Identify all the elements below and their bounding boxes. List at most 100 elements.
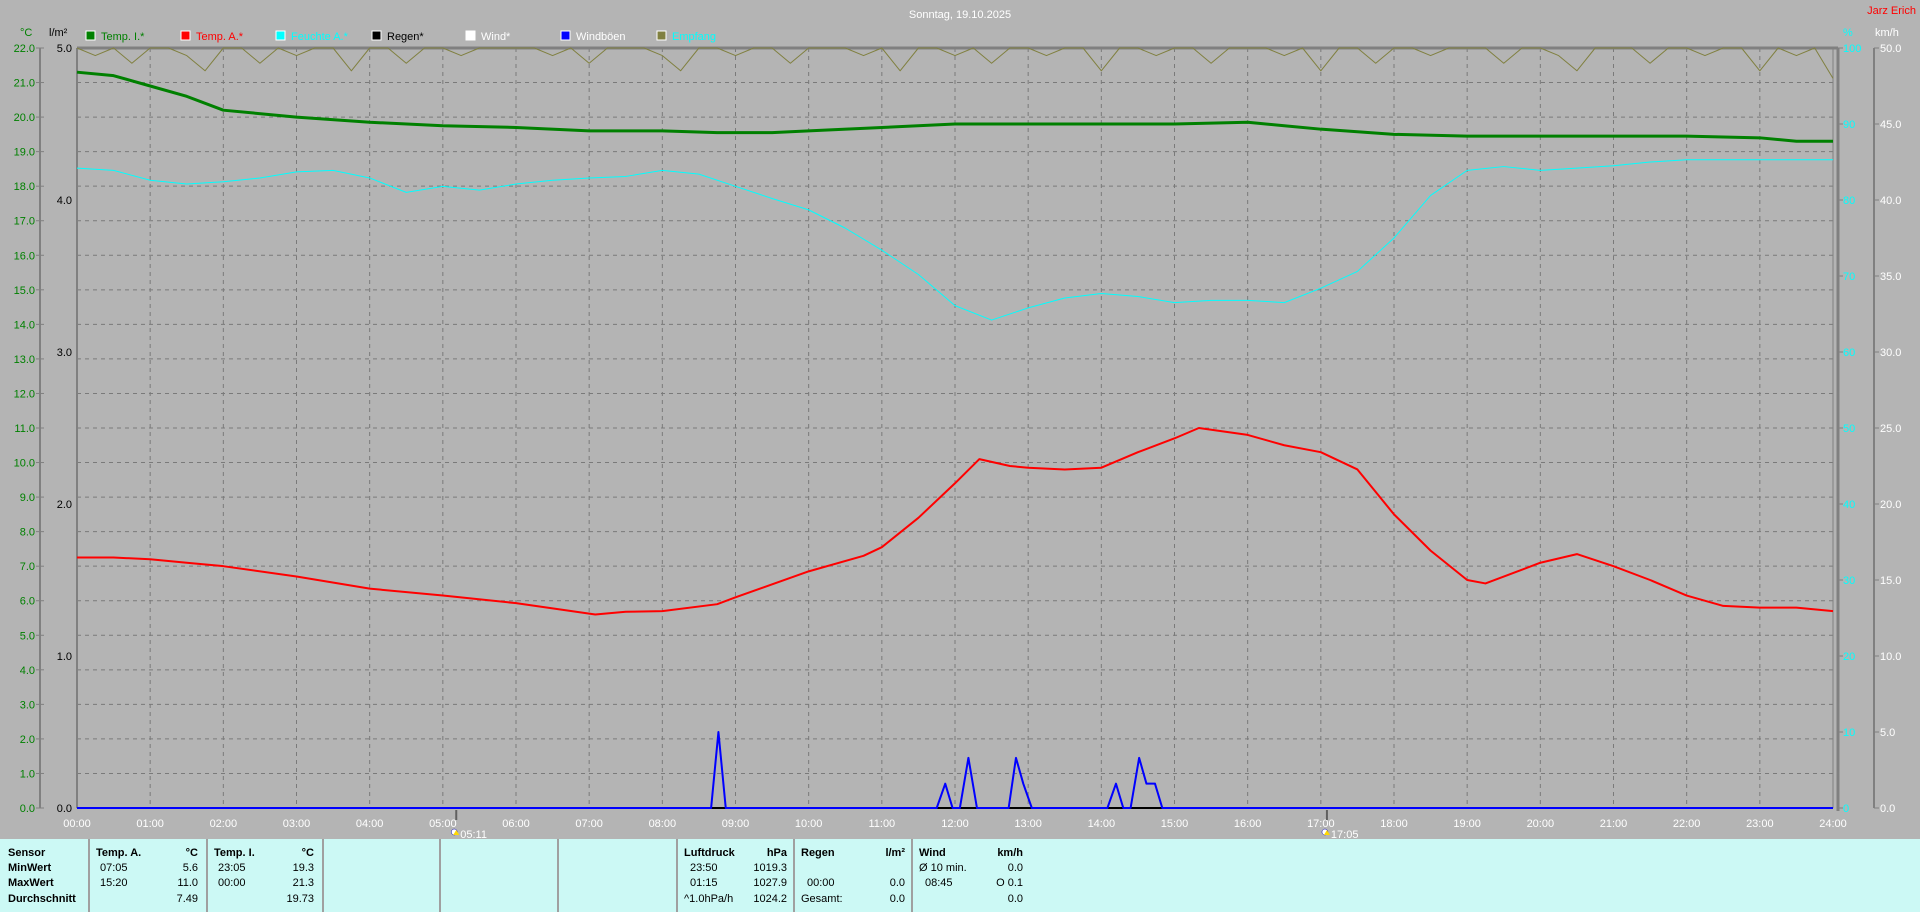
humidity-tick-label: 20 bbox=[1843, 651, 1855, 663]
legend-swatch bbox=[465, 30, 476, 41]
temp-i-column: Temp. I. °C 23:05 19.3 00:00 21.3 19.73 bbox=[208, 839, 324, 912]
owner-label: Jarz Erich bbox=[1867, 5, 1916, 17]
pressure-max-time: 01:15 bbox=[690, 877, 718, 889]
x-tick-label: 16:00 bbox=[1234, 818, 1262, 830]
wind-tick-label: 45.0 bbox=[1880, 119, 1901, 131]
temp-tick-label: 11.0 bbox=[14, 423, 35, 435]
wind-max: O 0.1 bbox=[996, 877, 1023, 889]
row-labels-column: Sensor MinWert MaxWert Durchschnitt bbox=[0, 839, 90, 912]
chart-title: Sonntag, 19.10.2025 bbox=[909, 9, 1011, 21]
wind-unit: km/h bbox=[997, 847, 1023, 859]
wind-tick-label: 35.0 bbox=[1880, 271, 1901, 283]
legend-swatch bbox=[275, 30, 286, 41]
sunrise-label: 05:11 bbox=[460, 829, 487, 839]
humidity-tick-label: 100 bbox=[1843, 43, 1861, 55]
wind-tick-label: 40.0 bbox=[1880, 195, 1901, 207]
legend-item[interactable]: Feuchte A.* bbox=[291, 31, 349, 43]
x-tick-label: 19:00 bbox=[1453, 818, 1481, 830]
wind-tick-label: 20.0 bbox=[1880, 499, 1901, 511]
weather-chart: Sonntag, 19.10.2025 Jarz Erich °C l/m²% km/h… bbox=[14, 5, 1916, 839]
wind-tick-label: 50.0 bbox=[1880, 43, 1901, 55]
humidity-tick-label: 70 bbox=[1843, 271, 1855, 283]
wind-tick-label: 15.0 bbox=[1880, 575, 1901, 587]
rain-header: Regen bbox=[801, 847, 835, 859]
x-tick-label: 04:00 bbox=[356, 818, 384, 830]
temp-i-min: 19.3 bbox=[292, 862, 314, 874]
humidity-tick-label: 0 bbox=[1843, 803, 1849, 815]
row-label: MaxWert bbox=[8, 877, 54, 889]
rain-tick-label: 3.0 bbox=[57, 347, 72, 359]
pressure-column: Luftdruck hPa 23:50 1019.3 01:15 1027.9 … bbox=[678, 839, 795, 912]
temp-tick-label: 1.0 bbox=[20, 768, 35, 780]
temp-tick-label: 6.0 bbox=[20, 596, 35, 608]
wind-tick-label: 30.0 bbox=[1880, 347, 1901, 359]
rain-tick-label: 1.0 bbox=[57, 651, 72, 663]
wind-tick-label: 10.0 bbox=[1880, 651, 1901, 663]
humidity-tick-label: 90 bbox=[1843, 119, 1855, 131]
x-tick-label: 24:00 bbox=[1819, 818, 1847, 830]
temp-tick-label: 5.0 bbox=[20, 630, 35, 642]
rain-column: Regen l/m² 00:00 0.0 Gesamt: 0.0 bbox=[795, 839, 913, 912]
temp-a-column: Temp. A. °C 07:05 5.6 15:20 11.0 7.49 bbox=[90, 839, 208, 912]
row-label: MinWert bbox=[8, 862, 52, 874]
legend-item[interactable]: Temp. I.* bbox=[101, 31, 145, 43]
temp-tick-label: 12.0 bbox=[14, 388, 35, 400]
x-tick-label: 22:00 bbox=[1673, 818, 1701, 830]
temp-tick-label: 16.0 bbox=[14, 250, 35, 262]
x-tick-label: 12:00 bbox=[941, 818, 969, 830]
x-tick-label: 05:00 bbox=[429, 818, 457, 830]
temp-tick-label: 2.0 bbox=[20, 734, 35, 746]
pressure-trend: ^1.0hPa/h bbox=[684, 893, 734, 905]
wind-header: Wind bbox=[919, 847, 946, 859]
rain-tick-label: 2.0 bbox=[57, 499, 72, 511]
temp-tick-label: 18.0 bbox=[14, 181, 35, 193]
temp-tick-label: 15.0 bbox=[14, 285, 35, 297]
x-tick-label: 21:00 bbox=[1600, 818, 1628, 830]
temp-i-max-time: 00:00 bbox=[218, 877, 246, 889]
temp-tick-label: 0.0 bbox=[20, 803, 35, 815]
pressure-min-time: 23:50 bbox=[690, 862, 718, 874]
rain-unit: l/m² bbox=[885, 847, 905, 859]
legend-item[interactable]: Windböen bbox=[576, 31, 626, 43]
legend-item[interactable]: Empfang bbox=[672, 31, 716, 43]
wind-axis-unit: km/h bbox=[1875, 27, 1899, 39]
x-tick-label: 09:00 bbox=[722, 818, 750, 830]
x-tick-label: 08:00 bbox=[649, 818, 677, 830]
temp-i-header: Temp. I. bbox=[214, 847, 255, 859]
temp-a-avg: 7.49 bbox=[176, 893, 198, 905]
x-tick-label: 06:00 bbox=[502, 818, 530, 830]
temp-a-min: 5.6 bbox=[182, 862, 198, 874]
pressure-current: 1024.2 bbox=[753, 893, 787, 905]
humidity-tick-label: 60 bbox=[1843, 347, 1855, 359]
legend-item[interactable]: Temp. A.* bbox=[196, 31, 244, 43]
rain-max: 0.0 bbox=[889, 877, 905, 889]
wind-avg: 0.0 bbox=[1007, 862, 1023, 874]
empty-column bbox=[324, 839, 441, 912]
temp-tick-label: 13.0 bbox=[14, 354, 35, 366]
temp-tick-label: 7.0 bbox=[20, 561, 35, 573]
temp-tick-label: 19.0 bbox=[14, 147, 35, 159]
humidity-tick-label: 50 bbox=[1843, 423, 1855, 435]
x-tick-label: 20:00 bbox=[1527, 818, 1555, 830]
temp-tick-label: 9.0 bbox=[20, 492, 35, 504]
x-tick-label: 18:00 bbox=[1380, 818, 1408, 830]
x-tick-label: 14:00 bbox=[1088, 818, 1116, 830]
x-tick-label: 11:00 bbox=[868, 818, 895, 830]
legend-item[interactable]: Regen* bbox=[387, 31, 424, 43]
empty-column bbox=[559, 839, 678, 912]
x-tick-label: 23:00 bbox=[1746, 818, 1774, 830]
temp-axis-unit: °C bbox=[20, 27, 32, 39]
legend-swatch bbox=[656, 30, 667, 41]
legend-item[interactable]: Wind* bbox=[481, 31, 511, 43]
humidity-tick-label: 10 bbox=[1843, 727, 1855, 739]
row-label: Durchschnitt bbox=[8, 893, 76, 905]
temp-i-avg: 19.73 bbox=[286, 893, 314, 905]
temp-a-max-time: 15:20 bbox=[100, 877, 128, 889]
temp-tick-label: 21.0 bbox=[14, 78, 35, 90]
rain-tick-label: 4.0 bbox=[57, 195, 72, 207]
temp-a-max: 11.0 bbox=[177, 877, 198, 889]
temp-tick-label: 8.0 bbox=[20, 527, 35, 539]
x-tick-label: 02:00 bbox=[210, 818, 238, 830]
rain-max-time: 00:00 bbox=[807, 877, 835, 889]
x-tick-label: 00:00 bbox=[63, 818, 91, 830]
